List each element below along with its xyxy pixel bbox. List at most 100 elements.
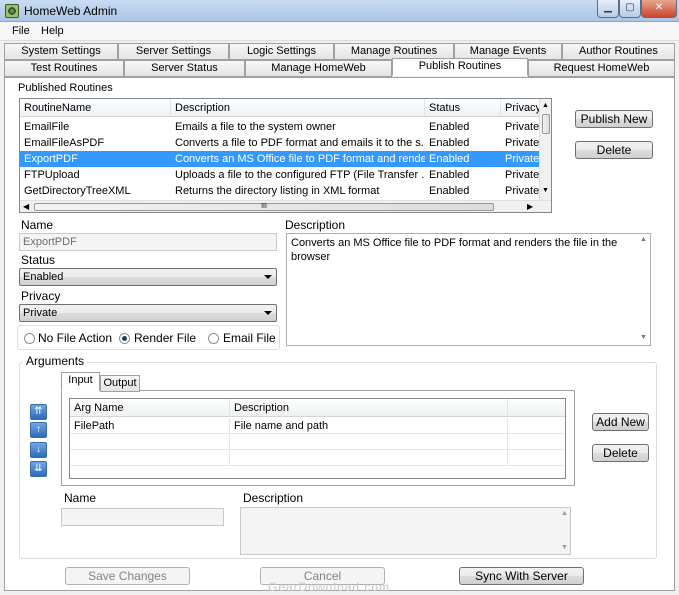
routine-privacy: Private xyxy=(505,185,540,197)
menu-file[interactable]: File xyxy=(12,25,30,37)
table-row-empty[interactable] xyxy=(70,434,565,450)
routine-description: Uploads a file to the configured FTP (Fi… xyxy=(175,169,425,181)
scroll-up-icon[interactable]: ▲ xyxy=(561,510,568,517)
routine-name-input[interactable]: ExportPDF xyxy=(19,233,277,251)
published-routines-label: Published Routines xyxy=(18,82,113,94)
table-row[interactable]: FTPUpload Uploads a file to the configur… xyxy=(20,167,540,183)
arguments-grid-header: Arg Name Description xyxy=(70,399,565,417)
routine-status: Enabled xyxy=(429,121,470,133)
description-textarea[interactable]: Converts an MS Office file to PDF format… xyxy=(286,233,651,346)
table-row[interactable]: EmailFile Emails a file to the system ow… xyxy=(20,119,540,135)
hscroll-thumb[interactable]: III xyxy=(34,203,494,211)
status-select[interactable]: Enabled xyxy=(19,268,277,286)
scroll-right-icon[interactable]: ▶ xyxy=(527,202,533,211)
tab-output[interactable]: Output xyxy=(100,375,140,392)
description-label: Description xyxy=(285,218,346,232)
move-down-one-arrow-icon[interactable]: ↓ xyxy=(30,442,47,458)
menu-help[interactable]: Help xyxy=(41,25,64,37)
routine-privacy: Private xyxy=(505,121,540,133)
tab-logic-settings[interactable]: Logic Settings xyxy=(229,43,334,60)
arguments-grid: Arg Name Description FilePath File name … xyxy=(69,398,566,479)
watermark-text: GearDownload.com xyxy=(268,580,391,594)
maximize-button[interactable]: ▢ xyxy=(619,0,641,18)
arg-description-textarea[interactable] xyxy=(240,507,571,555)
tab-author-routines[interactable]: Author Routines xyxy=(562,43,675,60)
arg-description-label: Description xyxy=(243,491,304,505)
tab-server-settings[interactable]: Server Settings xyxy=(118,43,229,60)
arg-name-empty xyxy=(70,434,230,450)
grid-horizontal-scrollbar[interactable]: ◀ III ▶ xyxy=(20,200,551,212)
close-icon: ✕ xyxy=(654,2,664,13)
table-row[interactable]: EmailFileAsPDF Converts a file to PDF fo… xyxy=(20,135,540,151)
arg-name-empty xyxy=(70,450,230,466)
arg-name-input[interactable] xyxy=(61,508,224,526)
col-arg-extra xyxy=(508,399,565,417)
radio-email-file[interactable] xyxy=(208,333,219,344)
radio-no-file-action-label[interactable]: No File Action xyxy=(38,331,112,345)
status-value: Enabled xyxy=(23,271,64,283)
arg-name: FilePath xyxy=(70,418,230,434)
chevron-down-icon xyxy=(264,311,272,315)
delete-routine-button[interactable]: Delete xyxy=(575,141,653,159)
col-routine-name[interactable]: RoutineName xyxy=(20,99,171,117)
radio-render-file[interactable] xyxy=(119,333,130,344)
tab-test-routines[interactable]: Test Routines xyxy=(4,60,124,77)
move-down-arrow-icon[interactable]: ⇊ xyxy=(30,461,47,477)
arg-name-label: Name xyxy=(64,491,97,505)
table-row[interactable]: GetDirectoryTreeXML Returns the director… xyxy=(20,183,540,199)
routine-description: Converts a file to PDF format and emails… xyxy=(175,137,425,149)
table-row[interactable]: FilePath File name and path xyxy=(70,418,565,434)
tab-manage-homeweb[interactable]: Manage HomeWeb xyxy=(245,60,392,77)
save-changes-button[interactable]: Save Changes xyxy=(65,567,190,585)
privacy-select[interactable]: Private xyxy=(19,304,277,322)
col-arg-description[interactable]: Description xyxy=(230,399,508,417)
col-description[interactable]: Description xyxy=(171,99,425,117)
arg-description: File name and path xyxy=(230,418,508,434)
tab-publish-routines[interactable]: Publish Routines xyxy=(392,58,528,76)
routine-description: Returns the directory listing in XML for… xyxy=(175,185,380,197)
add-argument-button[interactable]: Add New xyxy=(592,413,649,431)
sync-with-server-button[interactable]: Sync With Server xyxy=(459,567,584,585)
minimize-icon: ▁ xyxy=(604,2,612,13)
routine-privacy: Private xyxy=(505,153,540,165)
chevron-down-icon xyxy=(264,275,272,279)
scroll-up-icon[interactable]: ▲ xyxy=(640,236,647,243)
routine-name: EmailFile xyxy=(24,121,70,133)
radio-render-file-label[interactable]: Render File xyxy=(134,331,196,345)
table-row-selected[interactable]: ExportPDF Converts an MS Office file to … xyxy=(20,151,540,167)
app-icon xyxy=(5,4,19,18)
scroll-down-icon[interactable]: ▼ xyxy=(640,334,647,341)
tab-system-settings[interactable]: System Settings xyxy=(4,43,118,60)
scroll-left-icon[interactable]: ◀ xyxy=(23,202,29,211)
routine-description: Emails a file to the system owner xyxy=(175,121,336,133)
title-bar: HomeWeb Admin ▁ ▢ ✕ xyxy=(0,0,679,22)
move-up-arrow-icon[interactable]: ⇈ xyxy=(30,404,47,420)
tab-server-status[interactable]: Server Status xyxy=(124,60,245,77)
minimize-button[interactable]: ▁ xyxy=(597,0,619,18)
arguments-label: Arguments xyxy=(23,354,88,368)
radio-email-file-label[interactable]: Email File xyxy=(223,331,276,345)
tab-request-homeweb[interactable]: Request HomeWeb xyxy=(528,60,675,77)
routine-name: ExportPDF xyxy=(24,153,78,165)
delete-argument-button[interactable]: Delete xyxy=(592,444,649,462)
tab-input[interactable]: Input xyxy=(61,372,100,391)
routine-privacy: Private xyxy=(505,137,540,149)
scroll-down-icon[interactable]: ▼ xyxy=(542,187,549,194)
scroll-up-icon[interactable]: ▲ xyxy=(542,102,549,109)
name-label: Name xyxy=(21,218,54,232)
move-up-one-arrow-icon[interactable]: ↑ xyxy=(30,422,47,438)
radio-no-file-action[interactable] xyxy=(24,333,35,344)
routine-privacy: Private xyxy=(505,169,540,181)
privacy-value: Private xyxy=(23,307,58,319)
col-status[interactable]: Status xyxy=(425,99,501,117)
privacy-label: Privacy xyxy=(21,289,61,303)
table-row-empty[interactable] xyxy=(70,450,565,466)
routine-name: GetDirectoryTreeXML xyxy=(24,185,131,197)
close-button[interactable]: ✕ xyxy=(641,0,677,18)
col-arg-name[interactable]: Arg Name xyxy=(70,399,230,417)
scroll-down-icon[interactable]: ▼ xyxy=(561,544,568,551)
scroll-thumb[interactable] xyxy=(542,114,550,134)
col-privacy[interactable]: Privacy xyxy=(501,99,541,117)
grid-vertical-scrollbar[interactable]: ▲ ▼ xyxy=(539,99,551,200)
publish-new-button[interactable]: Publish New xyxy=(575,110,653,128)
